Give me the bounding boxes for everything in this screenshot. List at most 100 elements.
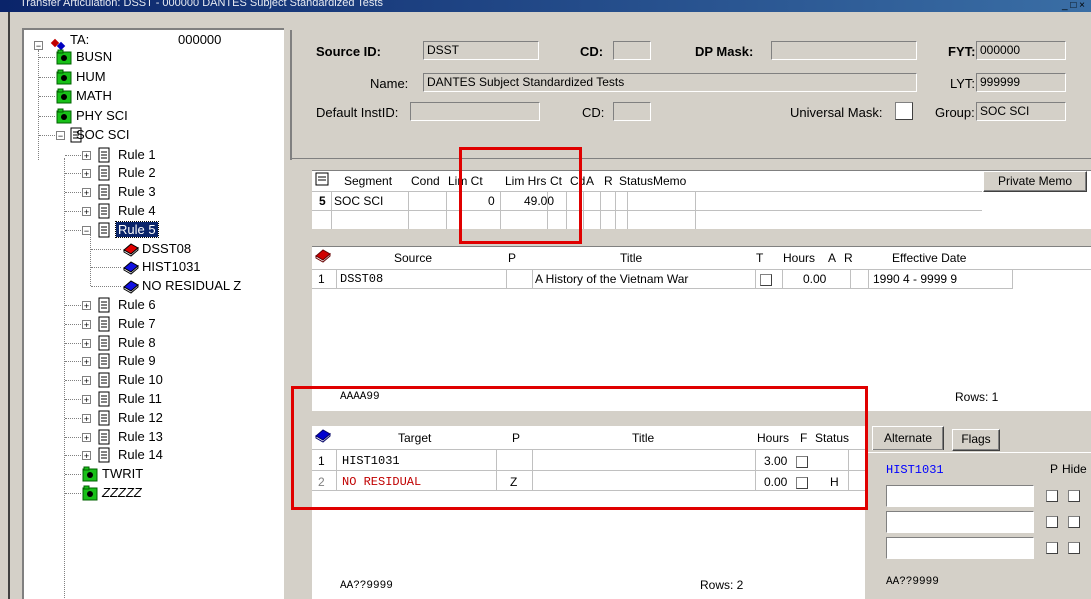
expand-toggle[interactable]: + <box>82 376 91 386</box>
universal-mask-checkbox[interactable] <box>895 102 913 120</box>
source-rows-count: Rows: 1 <box>955 390 999 404</box>
expand-toggle[interactable]: + <box>82 394 91 404</box>
tree-connector <box>91 248 121 250</box>
expand-toggle[interactable]: + <box>82 206 91 216</box>
tree-root-label[interactable]: TA: <box>70 32 89 47</box>
dp-mask-field[interactable] <box>771 41 917 60</box>
grid-divider <box>506 269 507 289</box>
source-code-cell[interactable]: DSST08 <box>340 272 383 286</box>
tree-connector <box>39 96 55 97</box>
tree-rule-11[interactable]: Rule 11 <box>118 391 162 406</box>
rule-doc-icon <box>98 391 110 407</box>
rule-doc-icon <box>98 222 110 238</box>
tree-connector <box>65 417 81 419</box>
source-col-header: R <box>844 251 853 265</box>
alternate-p-checkbox[interactable] <box>1046 542 1058 554</box>
expand-toggle[interactable]: + <box>82 451 91 461</box>
tree-rule-8[interactable]: Rule 8 <box>118 335 156 350</box>
expand-toggle[interactable]: + <box>82 413 91 423</box>
expand-toggle[interactable]: + <box>82 300 91 310</box>
lyt-field[interactable]: 999999 <box>976 73 1066 92</box>
grid-divider <box>782 269 783 289</box>
tree-pane[interactable]: − TA: 000000 BUSN HUM MATH PHY SCI − SOC SCI +… <box>22 28 284 599</box>
name-label: Name: <box>370 76 409 91</box>
alternate-course-field[interactable] <box>886 511 1034 533</box>
expand-toggle[interactable]: + <box>82 357 91 367</box>
tab-alternate[interactable]: Alternate <box>872 426 944 450</box>
grid-divider <box>615 191 616 229</box>
rule-doc-icon <box>98 316 110 332</box>
grid-divider <box>583 191 584 229</box>
alternate-course-field[interactable] <box>886 537 1034 559</box>
tree-connector <box>65 380 81 382</box>
tree-connector <box>39 135 55 136</box>
tree-node-twrit[interactable]: TWRIT <box>102 466 143 481</box>
tree-rule-7[interactable]: Rule 7 <box>118 316 156 331</box>
expand-toggle[interactable]: + <box>82 319 91 329</box>
source-effective-date-cell[interactable]: 1990 4 - 9999 9 <box>873 272 957 286</box>
source-id-field[interactable]: DSST <box>423 41 539 60</box>
rule-doc-icon <box>98 203 110 219</box>
tree-rule-13[interactable]: Rule 13 <box>118 429 163 444</box>
source-transfer-checkbox[interactable] <box>760 274 772 286</box>
private-memo-button[interactable]: Private Memo <box>983 171 1087 192</box>
tree-rule-1[interactable]: Rule 1 <box>118 147 156 162</box>
tree-child-1[interactable]: DSST08 <box>142 241 191 256</box>
expand-toggle[interactable]: + <box>82 169 91 179</box>
tab-flags[interactable]: Flags <box>952 429 1000 451</box>
alternate-hide-checkbox[interactable] <box>1068 490 1080 502</box>
tree-rule-12[interactable]: Rule 12 <box>118 410 163 425</box>
tree-node-phy-sci[interactable]: PHY SCI <box>76 108 128 123</box>
expand-toggle[interactable]: + <box>82 338 91 348</box>
tree-node-math[interactable]: MATH <box>76 88 112 103</box>
source-id-label: Source ID: <box>316 44 382 59</box>
expand-toggle[interactable]: + <box>82 188 91 198</box>
default-instid-field[interactable] <box>410 102 540 121</box>
target-rows-count: Rows: 2 <box>700 578 744 592</box>
source-hours-cell[interactable]: 0.00 <box>803 272 826 286</box>
highlight-box-target <box>291 386 868 510</box>
rule-doc-icon <box>98 335 110 350</box>
tree-rule-2[interactable]: Rule 2 <box>118 165 156 180</box>
tree-rule-4[interactable]: Rule 4 <box>118 203 156 218</box>
tree-rule-3[interactable]: Rule 3 <box>118 184 156 199</box>
alternate-course-field[interactable] <box>886 485 1034 507</box>
cd-field[interactable] <box>613 41 651 60</box>
grid-divider <box>868 269 869 289</box>
grid-divider <box>446 191 447 229</box>
alternate-hide-checkbox[interactable] <box>1068 542 1080 554</box>
alternate-p-checkbox[interactable] <box>1046 516 1058 528</box>
collapse-toggle[interactable]: − <box>34 41 43 51</box>
window-controls[interactable]: _ □ × <box>1062 0 1085 11</box>
tree-connector <box>90 233 91 286</box>
tree-node-busn[interactable]: BUSN <box>76 49 112 64</box>
grid-divider <box>600 191 601 229</box>
tree-rule-14[interactable]: Rule 14 <box>118 447 163 462</box>
tree-node-hum[interactable]: HUM <box>76 69 106 84</box>
tree-connector <box>39 115 55 117</box>
expand-toggle[interactable]: + <box>82 150 91 160</box>
fyt-field[interactable]: 000000 <box>976 41 1066 60</box>
tree-node-soc-sci[interactable]: SOC SCI <box>76 127 129 142</box>
alternate-p-checkbox[interactable] <box>1046 490 1058 502</box>
source-col-header: Hours <box>783 251 816 265</box>
segment-cell[interactable]: SOC SCI <box>334 194 383 208</box>
red-book-icon <box>123 242 139 257</box>
cd2-field[interactable] <box>613 102 651 121</box>
name-field[interactable]: DANTES Subject Standardized Tests <box>423 73 917 92</box>
tree-child-2[interactable]: HIST1031 <box>142 259 201 274</box>
blue-book-icon <box>123 261 139 275</box>
tree-rule-10[interactable]: Rule 10 <box>118 372 163 387</box>
source-title-cell[interactable]: A History of the Vietnam War <box>535 272 688 286</box>
tree-rule-6[interactable]: Rule 6 <box>118 297 156 312</box>
window-title-bar: Transfer Articulation: DSST - 000000 DAN… <box>0 0 1091 12</box>
tree-rule-5[interactable]: Rule 5 <box>115 220 159 238</box>
expand-toggle[interactable]: + <box>82 432 91 442</box>
collapse-toggle[interactable]: − <box>56 131 65 141</box>
tree-child-3[interactable]: NO RESIDUAL Z <box>142 278 241 293</box>
tree-node-zzzzz[interactable]: ZZZZZ <box>102 485 142 500</box>
alternate-hide-checkbox[interactable] <box>1068 516 1080 528</box>
group-field[interactable]: SOC SCI <box>976 102 1066 121</box>
highlight-box-lim <box>459 147 582 244</box>
tree-rule-9[interactable]: Rule 9 <box>118 353 156 368</box>
